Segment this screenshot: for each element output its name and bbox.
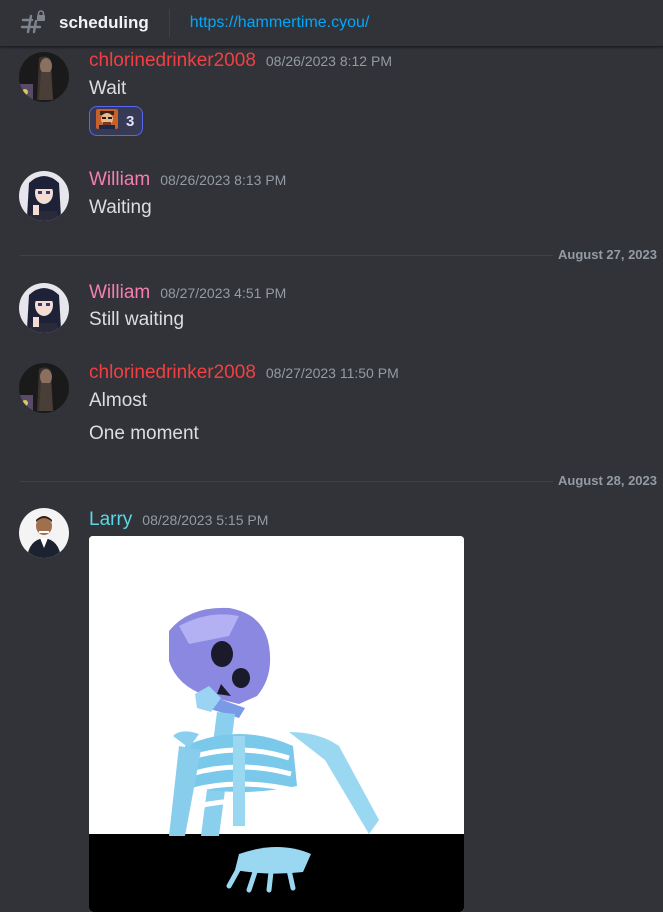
message-text: One moment [89,423,199,444]
message-timestamp: 08/27/2023 11:50 PM [265,365,399,381]
reaction-button[interactable]: 3 [89,106,143,136]
avatar[interactable] [19,363,69,413]
avatar[interactable] [19,171,69,221]
date-divider-label: August 28, 2023 [558,473,657,488]
date-divider: August 27, 2023 [0,245,663,265]
date-divider-label: August 27, 2023 [558,247,657,262]
message-text: Waiting [89,197,152,218]
author-name[interactable]: chlorinedrinker2008 [89,50,256,72]
message-timestamp: 08/28/2023 5:15 PM [142,512,269,528]
date-divider: August 28, 2023 [0,471,663,491]
header-divider [168,9,170,37]
avatar[interactable] [19,283,69,333]
skeleton-waiting-icon [89,536,464,912]
reaction-count: 3 [126,112,135,130]
avatar[interactable] [19,52,69,102]
message-timestamp: 08/27/2023 4:51 PM [160,285,287,301]
message-text: Wait [89,78,127,99]
author-name[interactable]: William [89,169,150,191]
gif-attachment[interactable] [89,536,464,912]
avatar[interactable] [19,508,69,558]
channel-name[interactable]: scheduling [59,13,149,33]
message-timestamp: 08/26/2023 8:13 PM [160,172,287,188]
author-name[interactable]: chlorinedrinker2008 [89,362,256,384]
message-timestamp: 08/26/2023 8:12 PM [265,53,392,69]
channel-topic-link[interactable]: https://hammertime.cyou/ [190,14,370,32]
message-text: Still waiting [89,309,185,330]
face-emoji-icon [96,108,118,134]
hash-thread-icon [20,10,46,36]
author-name[interactable]: William [89,282,150,304]
message-text: Almost [89,390,148,411]
author-name[interactable]: Larry [89,509,132,531]
channel-header: scheduling https://hammertime.cyou/ [0,0,663,47]
